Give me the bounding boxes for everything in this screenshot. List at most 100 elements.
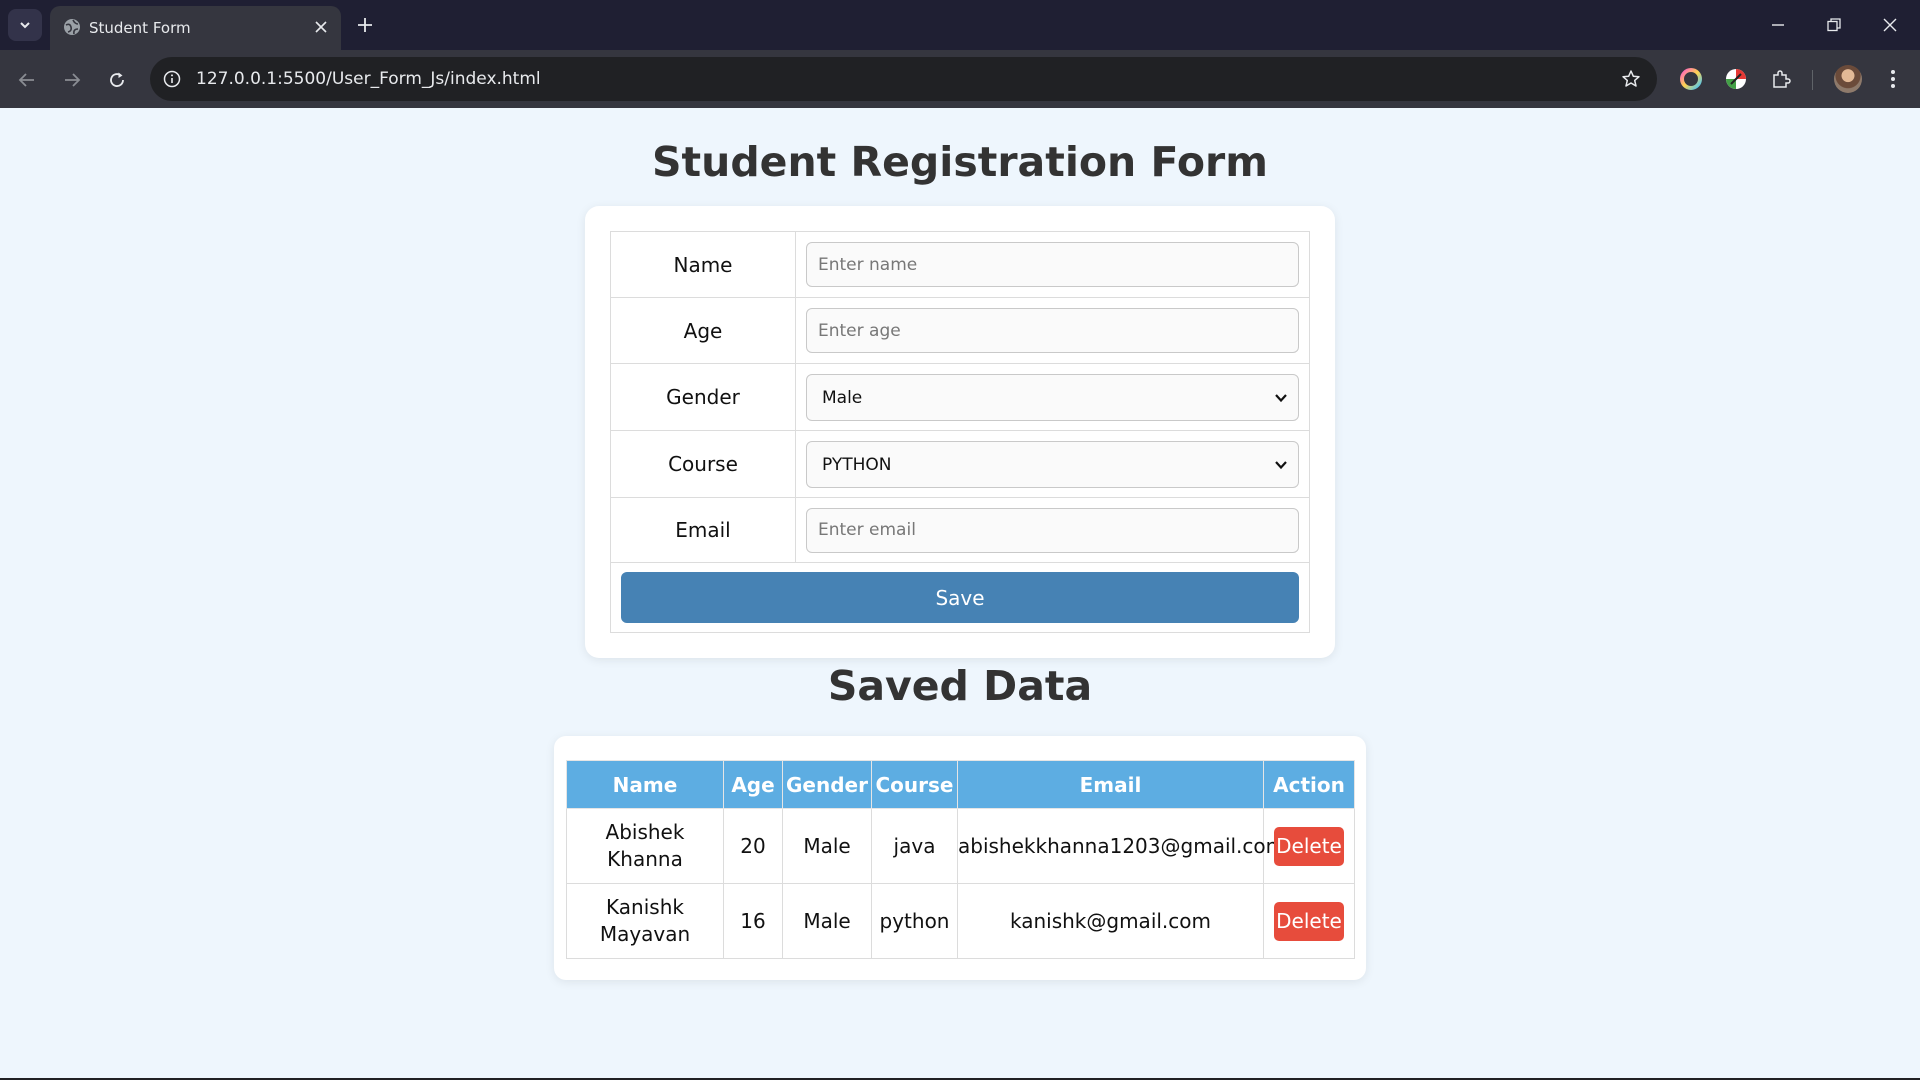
restore-icon (1827, 18, 1841, 32)
course-select[interactable]: PYTHON (806, 440, 1299, 488)
name-field-cell (795, 231, 1310, 298)
extension-icon (1680, 68, 1702, 90)
page-viewport: Student Registration Form Name Age Gende… (0, 108, 1920, 1078)
browser-toolbar: 127.0.0.1:5500/User_Form_Js/index.html (0, 50, 1920, 108)
age-row: Age (610, 297, 1310, 364)
cell-email: abishekkhanna1203@gmail.com (957, 808, 1285, 884)
puzzle-icon (1773, 70, 1791, 88)
close-tab-button[interactable] (311, 17, 331, 37)
cell-email: kanishk@gmail.com (957, 883, 1264, 959)
email-label: Email (610, 497, 796, 563)
saved-data-card: Name Age Gender Course Email Action Abis… (554, 736, 1366, 980)
name-label: Name (610, 231, 796, 298)
browser-menu-button[interactable] (1880, 66, 1906, 92)
cell-course: python (871, 883, 958, 959)
cell-age: 16 (723, 883, 783, 959)
gender-row: Gender Male (610, 363, 1310, 431)
restore-button[interactable] (1821, 12, 1847, 38)
reload-icon (110, 72, 124, 87)
more-vert-icon (1891, 70, 1895, 88)
registration-form-card: Name Age Gender Male (585, 206, 1335, 658)
toolbar-separator (1812, 70, 1813, 90)
extensions-menu-button[interactable] (1768, 66, 1794, 92)
forward-button[interactable] (59, 67, 85, 93)
cell-action: Delete (1263, 808, 1355, 884)
delete-button[interactable]: Delete (1274, 826, 1344, 866)
saved-data-title: Saved Data (827, 662, 1093, 710)
name-last: Khanna (607, 847, 683, 871)
column-header-gender: Gender (782, 760, 872, 809)
star-icon (1622, 70, 1640, 87)
cell-age: 20 (723, 808, 783, 884)
table-row: Kanishk Mayavan 16 Male python kanishk@gm… (566, 883, 1355, 959)
reload-button[interactable] (104, 67, 130, 93)
back-icon (18, 73, 34, 87)
age-label: Age (610, 297, 796, 364)
course-selected-value: PYTHON (822, 454, 892, 475)
cell-action: Delete (1263, 883, 1355, 959)
course-row: Course PYTHON (610, 430, 1310, 498)
column-header-course: Course (871, 760, 958, 809)
delete-button[interactable]: Delete (1274, 901, 1344, 941)
globe-icon (64, 19, 80, 35)
cell-name: Kanishk Mayavan (566, 883, 724, 959)
email-field-cell (795, 497, 1310, 563)
table-row: Abishek Khanna 20 Male java abishekkhanna… (566, 808, 1355, 884)
plus-icon (358, 18, 372, 32)
gender-label: Gender (610, 363, 796, 431)
course-label: Course (610, 430, 796, 498)
saved-data-table: Name Age Gender Course Email Action Abis… (566, 760, 1355, 959)
tab-search-button[interactable] (8, 9, 42, 41)
name-input[interactable] (806, 242, 1299, 287)
name-row: Name (610, 231, 1310, 298)
gender-selected-value: Male (822, 387, 863, 408)
gender-field-cell: Male (795, 363, 1310, 431)
save-row: Save (610, 562, 1310, 633)
column-header-name: Name (566, 760, 724, 809)
url-text[interactable]: 127.0.0.1:5500/User_Form_Js/index.html (196, 69, 541, 89)
age-field-cell (795, 297, 1310, 364)
minimize-icon (1772, 24, 1784, 26)
column-header-email: Email (957, 760, 1264, 809)
close-icon (315, 21, 327, 33)
extension-button-picker[interactable] (1723, 66, 1749, 92)
close-window-button[interactable] (1877, 12, 1903, 38)
cell-gender: Male (782, 808, 872, 884)
email-row: Email (610, 497, 1310, 563)
profile-avatar[interactable] (1834, 65, 1862, 93)
minimize-button[interactable] (1765, 12, 1791, 38)
chevron-down-icon (1275, 393, 1287, 402)
site-info-button[interactable] (161, 68, 183, 90)
save-cell: Save (610, 562, 1310, 633)
extension-button-color[interactable] (1678, 66, 1704, 92)
close-icon (1883, 18, 1897, 32)
column-header-action: Action (1263, 760, 1355, 809)
course-field-cell: PYTHON (795, 430, 1310, 498)
tab-title: Student Form (89, 19, 191, 37)
name-last: Mayavan (599, 922, 691, 946)
bookmark-button[interactable] (1619, 67, 1643, 91)
registration-form-table: Name Age Gender Male (610, 231, 1310, 633)
save-button[interactable]: Save (621, 572, 1299, 623)
name-first: Kanishk (606, 895, 684, 919)
cell-course: java (871, 808, 958, 884)
back-button[interactable] (14, 67, 40, 93)
name-first: Abishek (605, 820, 685, 844)
page-title: Student Registration Form (652, 138, 1268, 186)
table-header-row: Name Age Gender Course Email Action (566, 760, 1355, 809)
gender-select[interactable]: Male (806, 373, 1299, 421)
column-header-age: Age (723, 760, 783, 809)
email-input[interactable] (806, 507, 1299, 553)
chevron-down-icon (20, 22, 30, 29)
forward-icon (65, 73, 81, 87)
address-bar[interactable]: 127.0.0.1:5500/User_Form_Js/index.html (150, 57, 1657, 101)
new-tab-button[interactable] (353, 13, 377, 37)
browser-tab[interactable]: Student Form (50, 6, 341, 50)
extension-icon (1726, 69, 1746, 89)
cell-name: Abishek Khanna (566, 808, 724, 884)
cell-gender: Male (782, 883, 872, 959)
site-info-icon (163, 70, 181, 88)
chevron-down-icon (1275, 460, 1287, 469)
browser-tab-bar: Student Form (0, 0, 1920, 50)
age-input[interactable] (806, 308, 1299, 353)
